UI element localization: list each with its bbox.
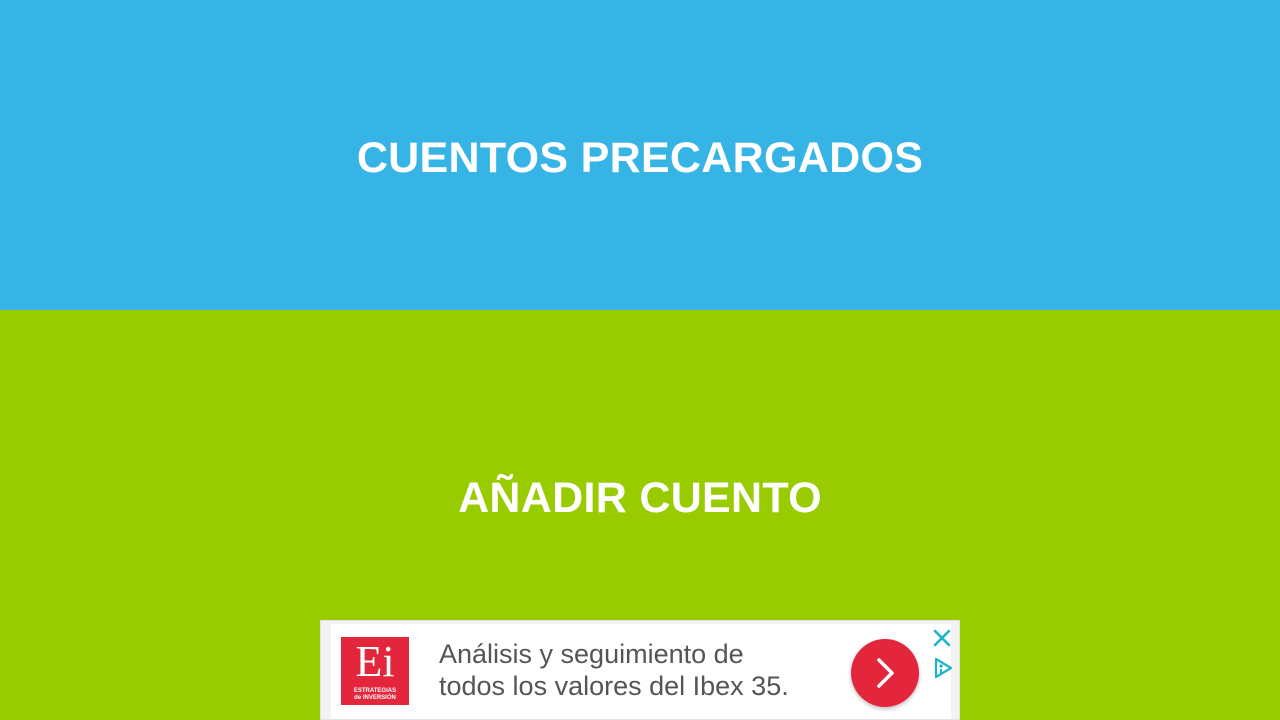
ad-text-line2: todos los valores del Ibex 35. [439, 671, 789, 701]
preloaded-stories-label: CUENTOS PRECARGADOS [356, 133, 924, 182]
advertiser-logo-subtitle-line2: de INVERSIÓN [354, 695, 396, 701]
close-icon[interactable] [931, 627, 953, 649]
main-menu-screen: CUENTOS PRECARGADOS AÑADIR CUENTO Ei EST… [0, 0, 1280, 720]
ad-banner[interactable]: Ei ESTRATEGIAS de INVERSIÓN Análisis y s… [320, 620, 960, 720]
ad-text: Análisis y seguimiento de todos los valo… [439, 638, 819, 702]
advertiser-logo-subtitle-line1: ESTRATEGIAS [353, 688, 397, 694]
ad-open-button[interactable] [851, 639, 919, 707]
ad-content[interactable]: Ei ESTRATEGIAS de INVERSIÓN Análisis y s… [331, 624, 951, 719]
advertiser-logo: Ei ESTRATEGIAS de INVERSIÓN [341, 637, 409, 705]
ad-choices-icon[interactable] [931, 656, 955, 680]
add-story-label: AÑADIR CUENTO [458, 474, 822, 522]
preloaded-stories-button[interactable]: CUENTOS PRECARGADOS [0, 0, 1280, 310]
chevron-right-icon [877, 658, 894, 688]
ad-text-line1: Análisis y seguimiento de [439, 639, 744, 669]
advertiser-logo-mark: Ei [355, 637, 395, 686]
